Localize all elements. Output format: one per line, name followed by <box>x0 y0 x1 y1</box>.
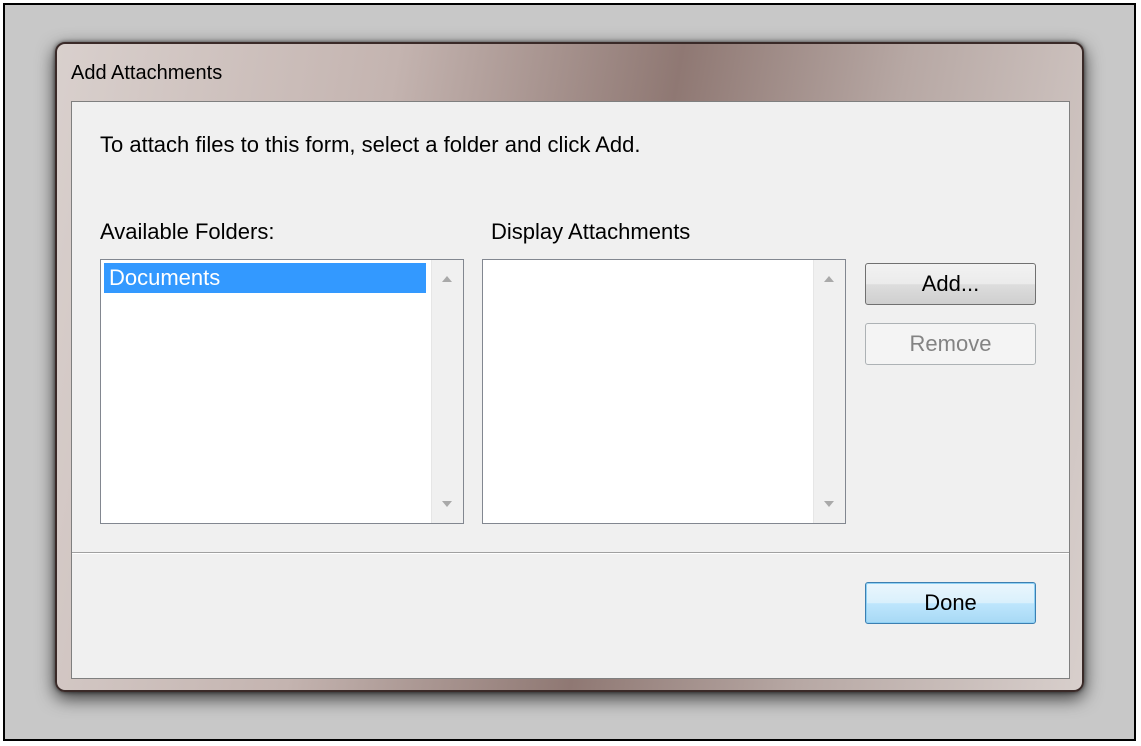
dialog-client-area: To attach files to this form, select a f… <box>71 101 1070 679</box>
scroll-up-arrow-icon[interactable] <box>442 276 452 282</box>
display-attachments-label: Display Attachments <box>491 219 691 244</box>
available-folders-label: Available Folders: <box>100 219 275 244</box>
folder-item-documents[interactable]: Documents <box>104 263 426 293</box>
separator <box>72 552 1069 554</box>
folders-scrollbar[interactable] <box>431 260 463 523</box>
add-button[interactable]: Add... <box>865 263 1036 305</box>
attachments-scrollbar[interactable] <box>813 260 845 523</box>
screenshot-frame: Add Attachments To attach files to this … <box>3 3 1136 741</box>
remove-button[interactable]: Remove <box>865 323 1036 365</box>
scroll-down-arrow-icon[interactable] <box>824 501 834 507</box>
available-folders-listbox[interactable]: Documents <box>100 259 464 524</box>
display-attachments-listbox[interactable] <box>482 259 846 524</box>
scroll-up-arrow-icon[interactable] <box>824 276 834 282</box>
instructions-text: To attach files to this form, select a f… <box>100 132 641 157</box>
done-button[interactable]: Done <box>865 582 1036 624</box>
dialog-title: Add Attachments <box>71 62 223 84</box>
scroll-down-arrow-icon[interactable] <box>442 501 452 507</box>
add-attachments-dialog: Add Attachments To attach files to this … <box>55 42 1084 692</box>
